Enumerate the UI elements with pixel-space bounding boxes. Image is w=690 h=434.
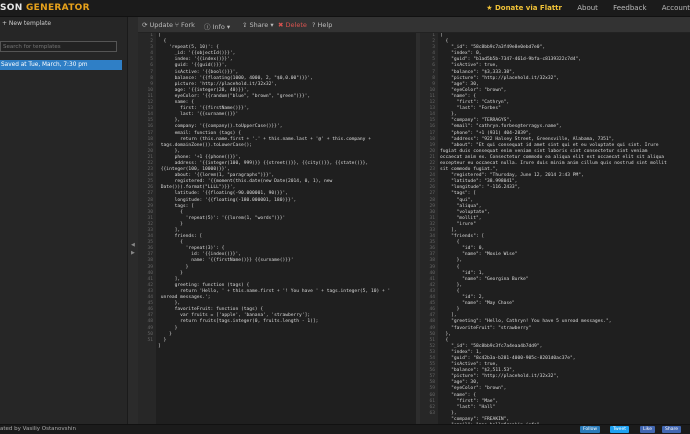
template-line-numbers: 1 2 3 4 5 6 7 8 9 10 11 12 13 14 15 16 1… — [138, 33, 156, 424]
about-link[interactable]: About — [577, 4, 598, 12]
info-button[interactable]: ⓘ Info ▾ — [204, 21, 230, 31]
author-credit[interactable]: ated by Vasiliy Ostanovshin — [0, 426, 76, 432]
help-button[interactable]: ? Help — [312, 21, 332, 29]
account-link[interactable]: Account — [662, 4, 690, 12]
fork-button[interactable]: ⑂ Fork — [175, 21, 195, 29]
logo-left: SON — [0, 3, 26, 13]
like-button[interactable]: Like — [640, 426, 655, 433]
output-code[interactable]: [ { "_id": "58c8bb9c7a3f49e8e0ebd7e0", "… — [440, 33, 688, 424]
editor-toolbar: ⟳ Update ⑂ Fork ⓘ Info ▾ ⇪ Share ▾ ✖ Del… — [138, 17, 690, 33]
template-code[interactable]: [ { 'repeat(5, 10)': { _id: '{{objectId(… — [158, 33, 414, 350]
follow-button[interactable]: Follow — [580, 426, 601, 433]
sidebar-splitter[interactable]: ◀ ▶ — [128, 17, 138, 424]
footer-bar: ated by Vasiliy Ostanovshin Follow Tweet… — [0, 424, 690, 434]
sidebar: + New template Saved at Tue, March, 7:30… — [0, 17, 128, 424]
output-line-numbers: 1 2 3 4 5 6 7 8 9 10 11 12 13 14 15 16 1… — [420, 33, 438, 424]
feedback-link[interactable]: Feedback — [613, 4, 646, 12]
template-editor[interactable]: 1 2 3 4 5 6 7 8 9 10 11 12 13 14 15 16 1… — [138, 33, 416, 424]
top-bar: SON GENERATOR ★ Donate via Flattr About … — [0, 0, 690, 17]
new-template-button[interactable]: + New template — [2, 20, 51, 27]
delete-button[interactable]: ✖ Delete — [278, 21, 307, 29]
json-output-editor[interactable]: 1 2 3 4 5 6 7 8 9 10 11 12 13 14 15 16 1… — [420, 33, 690, 424]
sidebar-item-saved[interactable]: Saved at Tue, March, 7:30 pm — [0, 60, 122, 70]
template-search-input[interactable] — [0, 41, 117, 52]
collapse-left-icon[interactable]: ◀ — [131, 242, 135, 248]
collapse-right-icon[interactable]: ▶ — [131, 250, 135, 256]
tweet-button[interactable]: Tweet — [610, 426, 629, 433]
facebook-share-button[interactable]: Share — [662, 426, 681, 433]
top-nav: ★ Donate via Flattr About Feedback Accou… — [473, 4, 690, 12]
app-logo[interactable]: SON GENERATOR — [0, 3, 90, 13]
update-button[interactable]: ⟳ Update — [142, 21, 173, 29]
share-button[interactable]: ⇪ Share ▾ — [242, 21, 274, 29]
logo-right: GENERATOR — [26, 3, 90, 13]
donate-link[interactable]: ★ Donate via Flattr — [486, 4, 562, 12]
